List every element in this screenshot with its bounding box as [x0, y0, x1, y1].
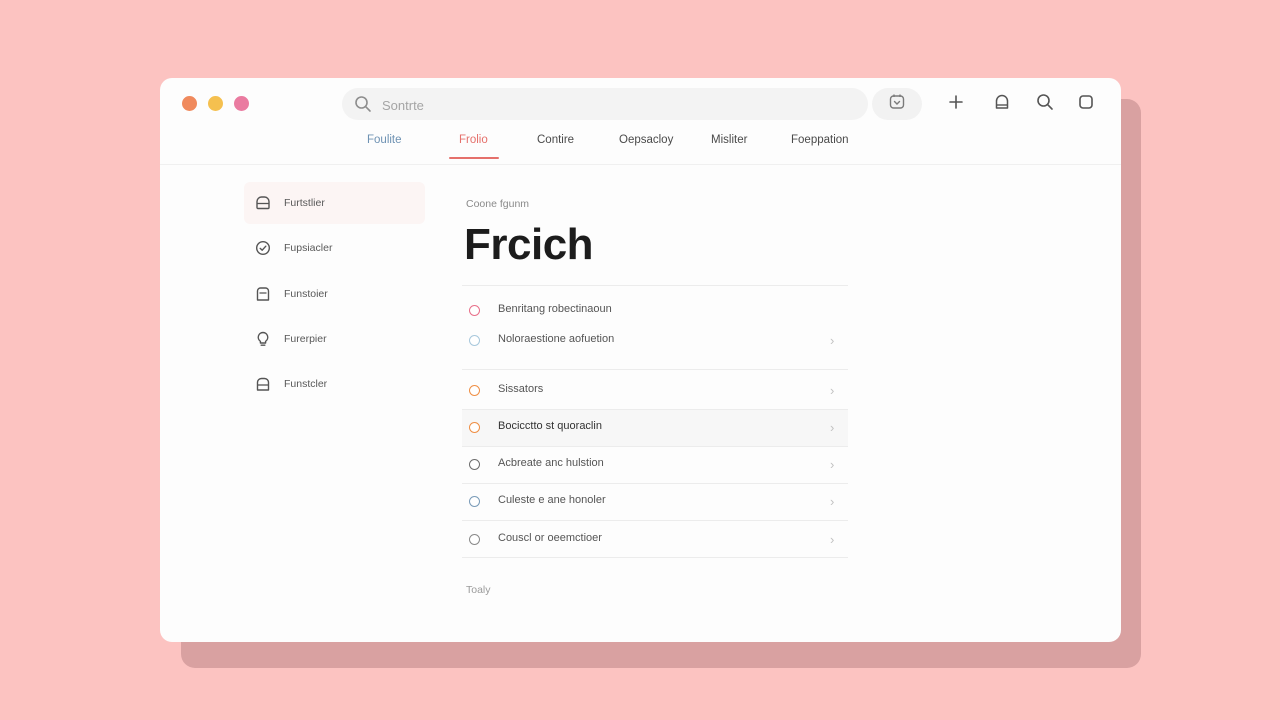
chevron-right-icon: › — [830, 494, 835, 509]
sidebar-item-funstoier[interactable]: Funstoier — [244, 273, 425, 315]
tab-foulite[interactable]: Foulite — [367, 134, 402, 146]
list-item-highlighted[interactable]: Bocicctto st quoraclin › — [462, 410, 848, 446]
search-button[interactable] — [1033, 92, 1057, 116]
sidebar-item-funstcler[interactable]: Funstcler — [244, 363, 425, 405]
list-item[interactable]: Noloraestione aofuetion › — [462, 323, 848, 359]
footer-label: Toaly — [466, 584, 491, 596]
search-bar[interactable] — [342, 88, 868, 122]
status-circle-icon — [469, 385, 480, 396]
status-circle-icon — [469, 305, 480, 316]
search-icon — [354, 95, 372, 118]
list-item-label: Bocicctto st quoraclin — [498, 420, 602, 432]
status-circle-icon — [469, 335, 480, 346]
tab-frolio[interactable]: Frolio — [459, 134, 488, 146]
page-title: Frcich — [464, 220, 594, 269]
sidebar-item-label: Furtstlier — [284, 197, 325, 209]
status-circle-icon — [469, 459, 480, 470]
tab-foeppation[interactable]: Foeppation — [791, 134, 849, 146]
chevron-right-icon: › — [830, 532, 835, 547]
list-item[interactable]: Sissators › — [462, 373, 848, 409]
section-subtitle: Coone fgunm — [466, 198, 530, 210]
sidebar-item-furerpier[interactable]: Furerpier — [244, 318, 425, 360]
bell-icon — [993, 93, 1011, 116]
archive-icon — [255, 376, 271, 392]
calendar-icon — [888, 93, 906, 116]
window-maximize-button[interactable] — [234, 96, 249, 111]
status-circle-icon — [469, 534, 480, 545]
list-item-label: Benritang robectinaoun — [498, 303, 612, 315]
sidebar-item-label: Fupsiacler — [284, 242, 333, 254]
list-item[interactable]: Culeste e ane honoler › — [462, 484, 848, 520]
window-close-button[interactable] — [182, 96, 197, 111]
window-minimize-button[interactable] — [208, 96, 223, 111]
sidebar-item-label: Funstcler — [284, 378, 328, 390]
list-item-label: Sissators — [498, 383, 544, 395]
lightbulb-icon — [255, 331, 271, 347]
tab-misliter[interactable]: Misliter — [711, 134, 747, 146]
check-circle-icon — [255, 240, 271, 256]
inbox-icon — [255, 195, 271, 211]
list-divider — [462, 557, 848, 558]
tab-contire[interactable]: Contire — [537, 134, 574, 146]
status-circle-icon — [469, 496, 480, 507]
square-icon — [1077, 93, 1095, 116]
list-item-label: Couscl or oeemctioer — [498, 532, 602, 544]
tabs-divider — [160, 164, 1121, 165]
list-item-label: Culeste e ane honoler — [498, 494, 606, 506]
chevron-right-icon: › — [830, 333, 835, 348]
sidebar-item-label: Funstoier — [284, 288, 328, 300]
list-item-label: Noloraestione aofuetion — [498, 333, 615, 345]
active-tab-indicator — [449, 157, 499, 159]
window-layout-button[interactable] — [1074, 92, 1098, 116]
sidebar-item-label: Furerpier — [284, 333, 327, 345]
chevron-right-icon: › — [830, 383, 835, 398]
plus-icon — [947, 93, 965, 116]
notifications-button[interactable] — [990, 92, 1014, 116]
list-divider — [462, 369, 848, 370]
list-item[interactable]: Couscl or oeemctioer › — [462, 522, 848, 558]
list-item-label: Acbreate anc hulstion — [498, 457, 604, 469]
tab-oepsacloy[interactable]: Oepsacloy — [619, 134, 673, 146]
folder-icon — [255, 286, 271, 302]
list-divider — [462, 520, 848, 521]
list-item[interactable]: Acbreate anc hulstion › — [462, 447, 848, 483]
chevron-right-icon: › — [830, 420, 835, 435]
title-divider — [462, 285, 848, 286]
search-icon — [1036, 93, 1054, 116]
chevron-right-icon: › — [830, 457, 835, 472]
sidebar-item-fupsiacler[interactable]: Fupsiacler — [244, 227, 425, 269]
search-input[interactable] — [380, 88, 844, 122]
add-button[interactable] — [944, 92, 968, 116]
sidebar-item-furtstlier[interactable]: Furtstlier — [244, 182, 425, 224]
status-circle-icon — [469, 422, 480, 433]
calendar-button[interactable] — [872, 88, 922, 120]
